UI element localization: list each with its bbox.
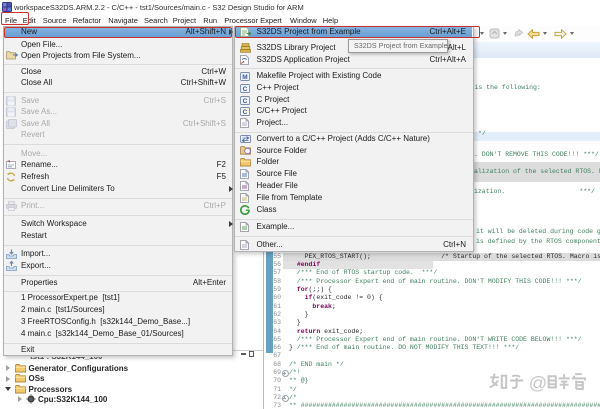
svg-text:@: @ (529, 373, 547, 393)
svg-text:C: C (242, 86, 247, 93)
svg-text:C: C (242, 109, 247, 116)
svg-text:C: C (242, 98, 247, 105)
svg-text:M: M (242, 74, 247, 81)
